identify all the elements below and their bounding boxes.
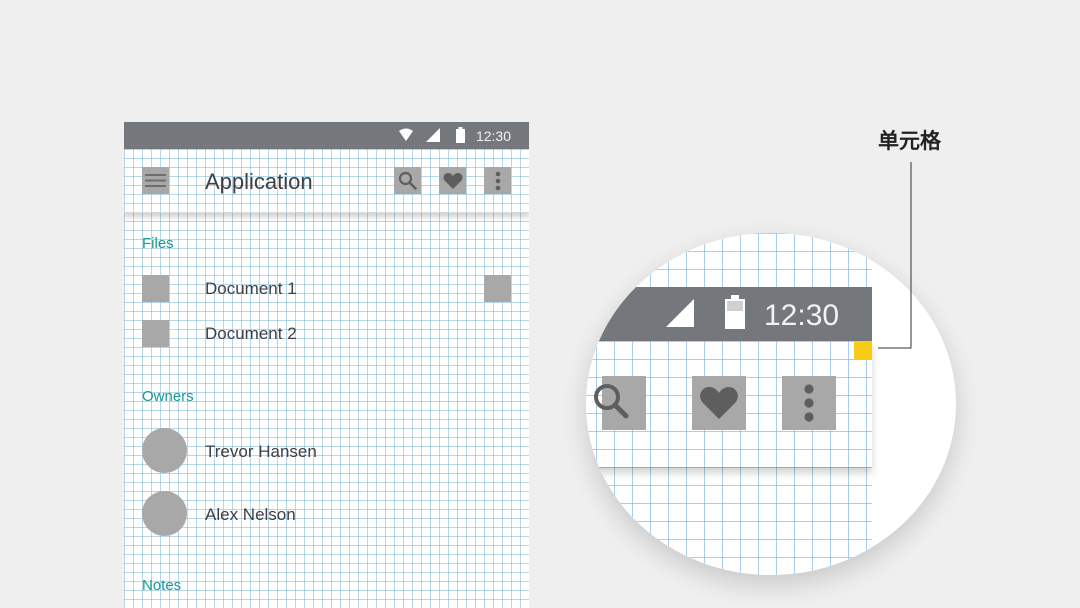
list-item-owner-trevor-hansen[interactable]: Trevor Hansen [205, 442, 317, 462]
section-label-owners: Owners [142, 388, 194, 405]
avatar [142, 428, 187, 473]
search-button[interactable] [394, 167, 421, 194]
more-options-button[interactable] [484, 167, 511, 194]
zoomed-status-time: 12:30 [764, 299, 840, 332]
callout-line [878, 162, 912, 349]
search-icon [594, 384, 629, 419]
file-thumbnail [142, 275, 169, 302]
more-vert-icon [804, 384, 814, 422]
zoomed-search-button [594, 376, 646, 430]
status-time: 12:30 [475, 128, 511, 144]
status-bar: 12:30 [124, 122, 529, 149]
file-thumbnail [142, 320, 169, 347]
file-action-button[interactable] [484, 275, 511, 302]
section-label-notes: Notes [142, 577, 182, 594]
phone-wireframe: 12:30 Application Files Document 1 Docum… [124, 122, 529, 608]
zoomed-favorite-button [692, 376, 746, 430]
list-item-document-2[interactable]: Document 2 [205, 324, 297, 344]
menu-icon [145, 174, 166, 187]
search-icon [398, 171, 417, 190]
battery-icon [725, 295, 745, 329]
section-label-files: Files [142, 235, 174, 252]
zoomed-more-options-button [782, 376, 836, 430]
wifi-icon [399, 128, 413, 141]
callout-label: 单元格 [878, 129, 941, 153]
heart-icon [700, 387, 738, 419]
battery-icon [456, 127, 465, 143]
heart-icon [443, 172, 462, 189]
list-item-document-1[interactable]: Document 1 [205, 279, 297, 299]
signal-icon [426, 128, 440, 142]
list-item-owner-alex-nelson[interactable]: Alex Nelson [205, 505, 296, 525]
favorite-button[interactable] [439, 167, 466, 194]
app-title: Application [205, 169, 313, 194]
menu-button[interactable] [142, 167, 169, 194]
avatar [142, 491, 187, 536]
signal-icon [666, 299, 694, 327]
app-bar: Application [124, 149, 529, 213]
more-vert-icon [495, 171, 500, 190]
